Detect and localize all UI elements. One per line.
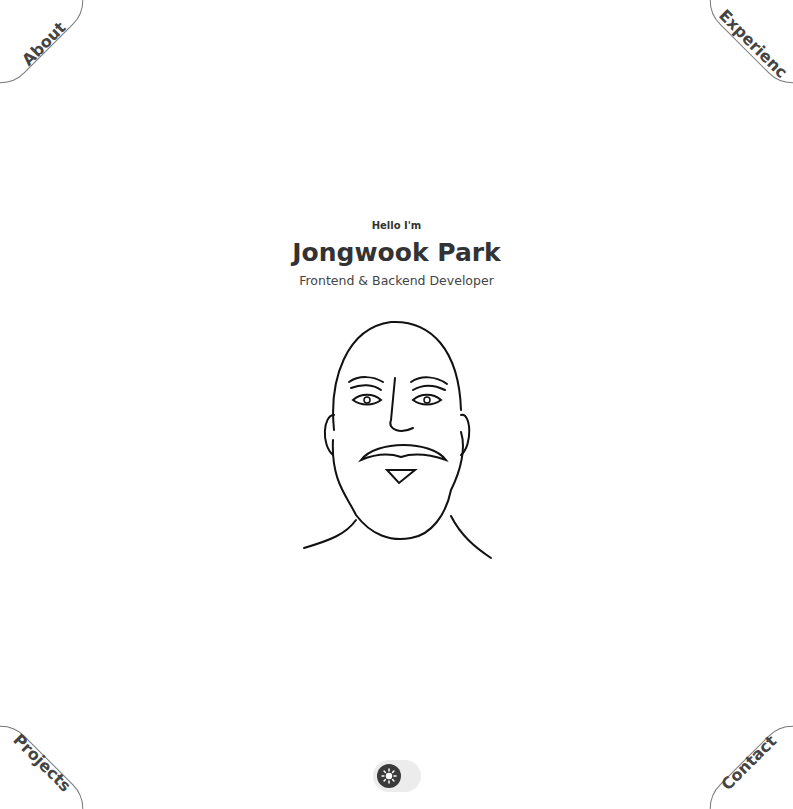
greeting: Hello I'm (372, 218, 422, 233)
name-heading: Jongwook Park (292, 237, 500, 270)
nav-corner: Contact (693, 709, 793, 809)
nav-link[interactable]: Experienc (715, 6, 790, 81)
nav-link[interactable]: Projects (10, 731, 74, 795)
nav-corner: Experienc (693, 0, 793, 100)
nav-corner: Projects (0, 709, 100, 809)
nav-link[interactable]: About (19, 19, 70, 70)
role-text: Frontend & Backend Developer (299, 272, 494, 291)
nav-corner: About (0, 0, 100, 100)
portrait-icon (301, 320, 493, 560)
nav-link[interactable]: Contact (718, 732, 780, 794)
sun-icon (381, 768, 397, 784)
theme-toggle[interactable] (373, 760, 421, 792)
toggle-knob (377, 764, 401, 788)
